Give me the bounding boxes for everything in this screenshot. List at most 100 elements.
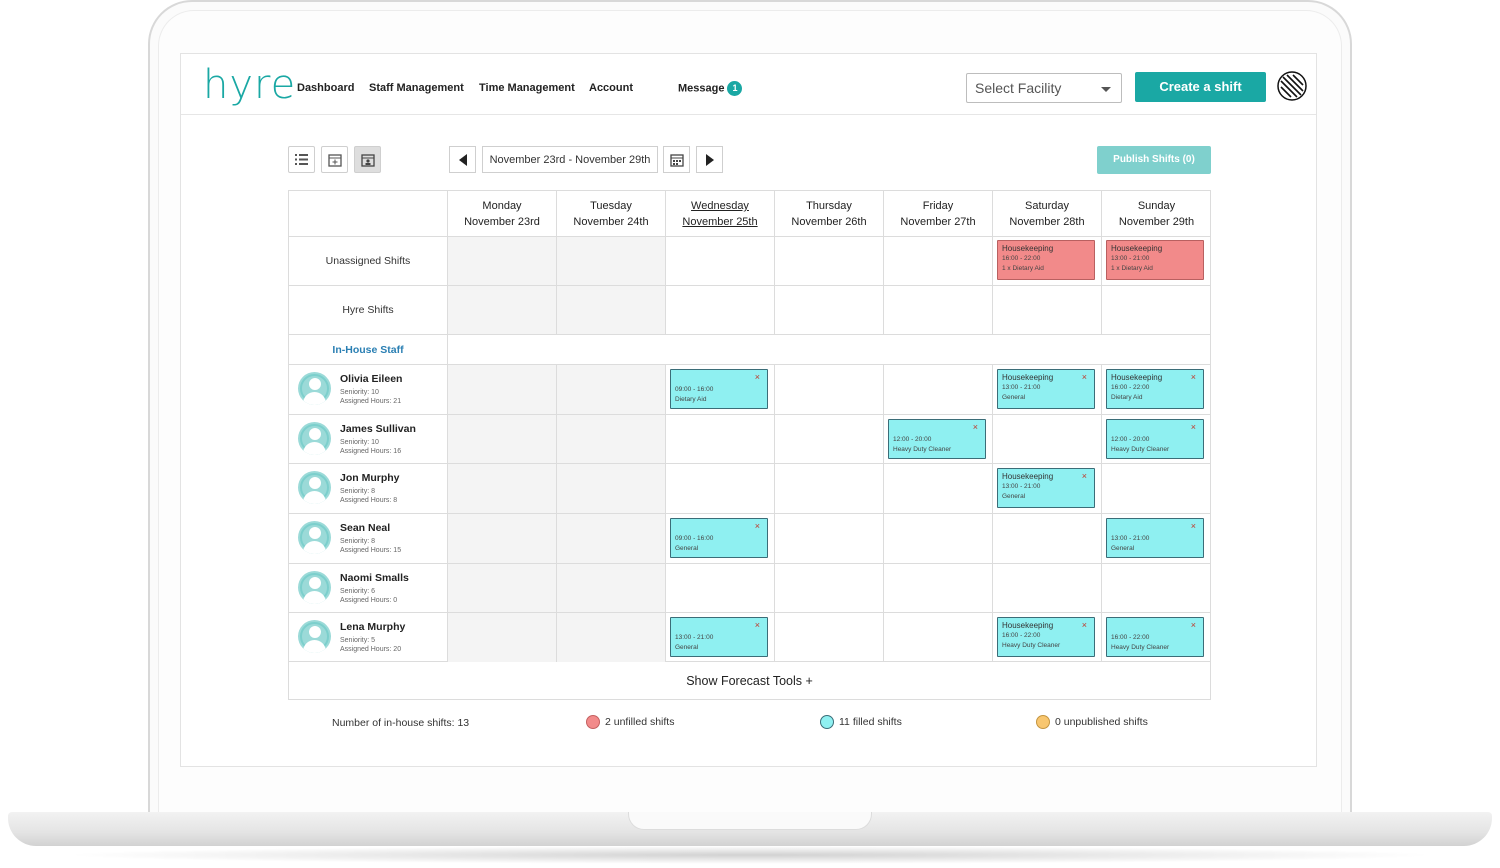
shift-card[interactable]: × 09:00 - 16:00 Dietary Aid — [670, 369, 768, 409]
column-divider — [883, 364, 884, 662]
create-shift-button[interactable]: Create a shift — [1135, 72, 1266, 102]
filled-count: 11 filled shifts — [839, 715, 902, 728]
unfilled-stat: 2 unfilled shifts — [586, 715, 674, 729]
show-forecast-tools-button[interactable]: Show Forecast Tools + — [288, 662, 1211, 700]
shift-time: 16:00 - 22:00 — [1002, 255, 1041, 262]
unassigned-shifts-label: Unassigned Shifts — [325, 255, 411, 267]
staff-seniority: Seniority: 10 — [340, 439, 379, 446]
day-header-wednesday[interactable]: Wednesday November 25th — [665, 191, 774, 236]
list-view-button[interactable] — [288, 146, 315, 173]
staff-meta: Seniority: 8 Assigned Hours: 15 — [340, 537, 401, 555]
close-icon[interactable]: × — [1191, 521, 1196, 531]
day-header-friday: Friday November 27th — [883, 191, 992, 236]
unassigned-shift-card[interactable]: Housekeeping 16:00 - 22:00 1 x Dietary A… — [997, 240, 1095, 280]
close-icon[interactable]: × — [1191, 372, 1196, 382]
staff-name: James Sullivan — [340, 423, 416, 435]
shift-card[interactable]: × Housekeeping 13:00 - 21:00 General — [997, 369, 1095, 409]
column-divider — [1101, 236, 1102, 334]
column-divider — [556, 364, 557, 662]
shift-role: Heavy Duty Cleaner — [893, 446, 952, 453]
nav-dashboard[interactable]: Dashboard — [297, 82, 354, 94]
shift-time: 13:00 - 21:00 — [1111, 255, 1150, 262]
close-icon[interactable]: × — [973, 422, 978, 432]
staff-name: Lena Murphy — [340, 621, 406, 633]
staff-row-naomi-smalls[interactable]: Naomi Smalls Seniority: 6 Assigned Hours:… — [289, 563, 447, 613]
staff-row-sean-neal[interactable]: Sean Neal Seniority: 8 Assigned Hours: 15 — [289, 513, 447, 563]
publish-shifts-button[interactable]: Publish Shifts (0) — [1097, 146, 1211, 174]
week-view-button[interactable] — [354, 146, 381, 173]
day-header-sunday: Sunday November 29th — [1101, 191, 1211, 236]
unpublished-count: 0 unpublished shifts — [1055, 715, 1148, 728]
column-divider — [665, 236, 666, 334]
shift-time: 12:00 - 20:00 — [1111, 436, 1150, 443]
nav-staff-management[interactable]: Staff Management — [369, 82, 464, 94]
staff-name: Sean Neal — [340, 522, 391, 534]
company-logo-icon[interactable] — [1277, 71, 1307, 101]
staff-hours: Assigned Hours: 20 — [340, 646, 402, 653]
in-house-staff-label[interactable]: In-House Staff — [289, 344, 447, 356]
hyre-logo[interactable]: hyre — [203, 62, 296, 108]
day-name: Friday — [922, 200, 954, 212]
calendar-picker-button[interactable] — [663, 146, 690, 173]
shift-title: Housekeeping — [1111, 373, 1163, 382]
shift-role: Heavy Duty Cleaner — [1111, 446, 1170, 453]
staff-name: Olivia Eileen — [340, 373, 403, 385]
day-date: November 27th — [900, 216, 976, 228]
next-week-button[interactable] — [696, 146, 723, 173]
shift-card[interactable]: × 12:00 - 20:00 Heavy Duty Cleaner — [1106, 419, 1204, 459]
day-name: Wednesday — [691, 200, 749, 212]
close-icon[interactable]: × — [1191, 620, 1196, 630]
close-icon[interactable]: × — [1082, 372, 1087, 382]
caret-right-icon — [705, 153, 714, 166]
inhouse-shift-count: Number of in-house shifts: 13 — [332, 717, 470, 729]
shift-title: Housekeeping — [1002, 472, 1054, 481]
shift-card[interactable]: × Housekeeping 13:00 - 21:00 General — [997, 468, 1095, 508]
shift-card[interactable]: × 09:00 - 16:00 General — [670, 518, 768, 558]
staff-name: Naomi Smalls — [340, 572, 409, 584]
close-icon[interactable]: × — [1082, 471, 1087, 481]
shift-time: 13:00 - 21:00 — [1002, 384, 1041, 391]
day-name: Sunday — [1137, 200, 1176, 212]
shift-card[interactable]: × Housekeeping 16:00 - 22:00 Dietary Aid — [1106, 369, 1204, 409]
shift-card[interactable]: × 16:00 - 22:00 Heavy Duty Cleaner — [1106, 617, 1204, 657]
staff-seniority: Seniority: 8 — [340, 488, 376, 495]
day-view-button[interactable] — [321, 146, 348, 173]
shift-card[interactable]: × 12:00 - 20:00 Heavy Duty Cleaner — [888, 419, 986, 459]
shift-card[interactable]: × 13:00 - 21:00 General — [670, 617, 768, 657]
close-icon[interactable]: × — [755, 620, 760, 630]
shift-card[interactable]: × 13:00 - 21:00 General — [1106, 518, 1204, 558]
staff-row-jon-murphy[interactable]: Jon Murphy Seniority: 8 Assigned Hours: 8 — [289, 463, 447, 513]
shift-card[interactable]: × Housekeeping 16:00 - 22:00 Heavy Duty … — [997, 617, 1095, 657]
day-name: Monday — [482, 200, 522, 212]
date-range-display[interactable]: November 23rd - November 29th — [482, 146, 658, 173]
staff-row-olivia-eileen[interactable]: Olivia Eileen Seniority: 10 Assigned Hour… — [289, 364, 447, 414]
close-icon[interactable]: × — [1082, 620, 1087, 630]
previous-week-button[interactable] — [449, 146, 476, 173]
shift-time: 13:00 - 21:00 — [675, 634, 714, 641]
unassigned-shift-card[interactable]: Housekeeping 13:00 - 21:00 1 x Dietary A… — [1106, 240, 1204, 280]
staff-row-james-sullivan[interactable]: James Sullivan Seniority: 10 Assigned Hou… — [289, 414, 447, 464]
day-header-monday: Monday November 23rd — [447, 191, 556, 236]
day-date: November 26th — [791, 216, 867, 228]
shift-role: General — [675, 545, 699, 552]
shift-title: Housekeeping — [1002, 621, 1054, 630]
column-divider — [883, 236, 884, 334]
day-date: November 29th — [1118, 216, 1195, 228]
calendar-plus-icon — [327, 153, 342, 167]
close-icon[interactable]: × — [1191, 422, 1196, 432]
close-icon[interactable]: × — [755, 372, 760, 382]
column-divider — [992, 364, 993, 662]
nav-time-management[interactable]: Time Management — [479, 82, 575, 94]
column-divider — [447, 191, 448, 662]
staff-row-lena-murphy[interactable]: Lena Murphy Seniority: 5 Assigned Hours: … — [289, 612, 447, 662]
shift-role: Heavy Duty Cleaner — [1111, 644, 1170, 651]
shift-time: 16:00 - 22:00 — [1111, 634, 1150, 641]
nav-message[interactable]: Message 1 — [678, 81, 743, 96]
shift-time: 16:00 - 22:00 — [1111, 384, 1150, 391]
close-icon[interactable]: × — [755, 521, 760, 531]
nav-account[interactable]: Account — [589, 82, 633, 94]
staff-name: Jon Murphy — [340, 472, 400, 484]
laptop-shadow — [60, 846, 1440, 864]
facility-select[interactable]: Select Facility — [966, 73, 1122, 103]
staff-seniority: Seniority: 10 — [340, 389, 379, 396]
